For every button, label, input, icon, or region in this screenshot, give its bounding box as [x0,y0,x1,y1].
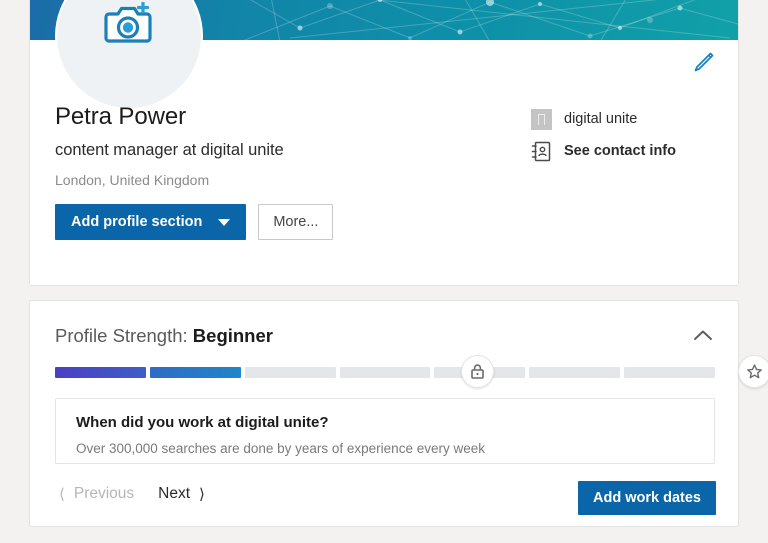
camera-add-icon[interactable] [103,1,155,46]
chevron-up-icon[interactable] [690,325,716,347]
chevron-down-icon [218,218,231,226]
profile-headline: content manager at digital unite [55,141,284,159]
profile-location: London, United Kingdom [55,172,210,188]
add-work-dates-button[interactable]: Add work dates [578,481,716,515]
see-contact-info-label: See contact info [564,143,676,159]
profile-question-card: When did you work at digital unite? Over… [55,398,715,464]
next-button[interactable]: Next ⟩ [154,483,209,505]
profile-card: Petra Power content manager at digital u… [29,0,739,286]
more-button[interactable]: More... [258,204,334,240]
question-subtitle: Over 300,000 searches are done by years … [76,441,485,456]
profile-page: Petra Power content manager at digital u… [0,0,768,543]
add-profile-section-button[interactable]: Add profile section [55,204,247,240]
star-icon-milestone[interactable] [738,355,768,388]
question-title: When did you work at digital unite? [76,414,329,431]
progress-segment [624,367,715,378]
identity-block: Petra Power content manager at digital u… [55,102,284,190]
chevron-left-icon: ⟨ [59,485,65,503]
current-company-row[interactable]: digital unite [530,108,676,130]
previous-button[interactable]: ⟨ Previous [55,483,138,505]
current-company-label: digital unite [564,111,638,127]
see-contact-info-row[interactable]: See contact info [530,140,676,162]
profile-strength-prefix: Profile Strength: [55,325,193,346]
contact-column: digital unite See contact info [530,108,676,172]
previous-label: Previous [73,485,135,502]
progress-segment [149,367,241,378]
star-icon [747,364,762,379]
company-logo-icon [530,108,552,130]
chevron-right-icon: ⟩ [199,485,205,503]
profile-strength-title: Profile Strength: Beginner [55,325,273,347]
lock-icon-milestone[interactable] [460,355,494,388]
profile-strength-card: Profile Strength: Beginner When did you … [29,300,768,527]
profile-strength-progress[interactable] [55,355,768,388]
profile-strength-level: Beginner [192,325,273,346]
contact-card-icon [530,140,552,162]
lock-icon [471,364,484,379]
progress-segment [244,367,336,378]
profile-actions: Add profile section More... [55,204,334,240]
progress-segment [339,367,431,378]
edit-profile-pencil-icon[interactable] [690,50,716,76]
progress-segment [55,367,146,378]
question-nav: ⟨ Previous Next ⟩ [55,483,209,505]
next-label: Next [158,485,191,502]
profile-name: Petra Power [55,103,186,130]
progress-segment [529,367,621,378]
avatar[interactable] [55,0,203,110]
add-profile-section-label: Add profile section [71,214,203,230]
